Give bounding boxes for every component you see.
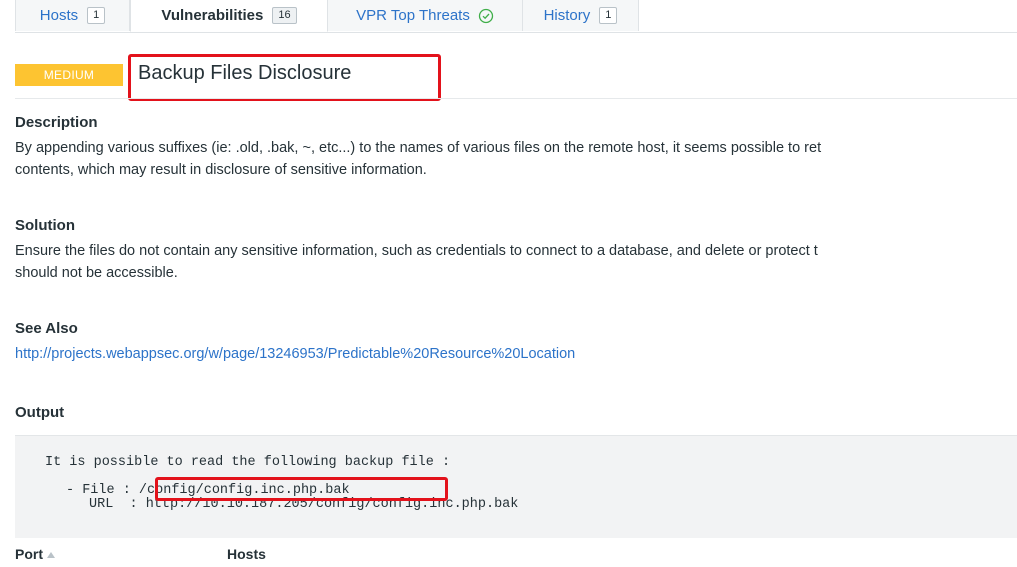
see-also-link[interactable]: http://projects.webappsec.org/w/page/132… (15, 346, 575, 362)
output-heading: Output (15, 404, 65, 421)
column-label: Port (15, 546, 43, 562)
description-text: By appending various suffixes (ie: .old,… (15, 137, 1017, 181)
solution-heading: Solution (15, 217, 75, 234)
tab-label: History (543, 7, 591, 24)
severity-badge: MEDIUM (15, 64, 123, 86)
see-also-heading: See Also (15, 320, 78, 337)
solution-text: Ensure the files do not contain any sens… (15, 240, 1017, 284)
output-url-label: URL : (89, 497, 146, 512)
divider (15, 98, 1017, 99)
solution-line: should not be accessible. (15, 265, 178, 281)
output-file-label: - File : (66, 483, 139, 498)
file-highlight-box (155, 477, 448, 501)
check-circle-icon (478, 8, 494, 24)
tab-label: Vulnerabilities (161, 7, 264, 24)
solution-line: Ensure the files do not contain any sens… (15, 243, 818, 259)
tab-vpr-top-threats[interactable]: VPR Top Threats (328, 0, 523, 31)
port-column-header[interactable]: Port (15, 546, 55, 562)
description-heading: Description (15, 114, 98, 131)
count-badge: 1 (87, 7, 106, 24)
tab-hosts[interactable]: Hosts 1 (15, 0, 130, 31)
title-highlight-box (128, 54, 441, 101)
tab-bar: Hosts 1 Vulnerabilities 16 VPR Top Threa… (15, 0, 1017, 33)
count-badge: 16 (272, 7, 297, 24)
description-line: contents, which may result in disclosure… (15, 162, 427, 178)
description-line: By appending various suffixes (ie: .old,… (15, 140, 822, 156)
output-line: It is possible to read the following bac… (45, 455, 451, 470)
tab-history[interactable]: History 1 (523, 0, 639, 31)
tab-label: VPR Top Threats (356, 7, 470, 24)
tab-vulnerabilities[interactable]: Vulnerabilities 16 (130, 0, 328, 32)
hosts-column-header[interactable]: Hosts (227, 546, 266, 562)
tab-label: Hosts (39, 7, 79, 24)
count-badge: 1 (599, 7, 618, 24)
sort-ascending-icon (47, 552, 55, 559)
